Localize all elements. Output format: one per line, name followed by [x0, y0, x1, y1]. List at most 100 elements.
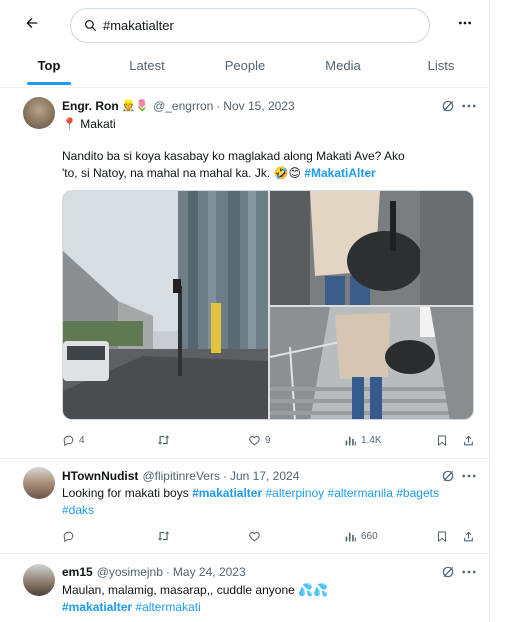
active-tab-indicator — [27, 82, 71, 85]
street-photo-image — [63, 191, 268, 419]
tweet-actions: 660 — [58, 527, 478, 545]
separator-dot: · — [165, 565, 170, 579]
views-button[interactable]: 660 — [344, 527, 378, 545]
hashtag-link[interactable]: #MakatiAlter — [304, 166, 375, 180]
hashtag-link[interactable]: #bagets — [396, 486, 439, 500]
repost-button[interactable] — [156, 431, 174, 449]
tab-latest[interactable]: Latest — [98, 48, 196, 87]
search-tabs: Top Latest People Media Lists — [0, 48, 490, 88]
tab-top[interactable]: Top — [0, 48, 98, 87]
bookmark-icon — [438, 531, 446, 542]
like-count: 9 — [265, 434, 271, 446]
hashtag-link[interactable]: #makatialter — [62, 600, 132, 614]
tweet-date[interactable]: May 24, 2023 — [173, 563, 246, 581]
tab-label: Top — [37, 58, 61, 73]
heart-icon — [249, 435, 260, 445]
avatar[interactable] — [23, 467, 55, 499]
search-header — [0, 0, 490, 48]
right-gutter — [490, 0, 512, 622]
tweet-header: em15 @yosimejnb · May 24, 2023 — [62, 563, 246, 581]
hashtag-link[interactable]: #makatialter — [192, 486, 262, 500]
views-button[interactable]: 1.4K — [344, 431, 382, 449]
user-handle[interactable]: @_engrron — [153, 97, 213, 115]
reply-icon — [63, 435, 74, 446]
stairs-photo-image — [270, 307, 473, 419]
hashtag-link[interactable]: #altermakati — [135, 600, 200, 614]
views-icon — [345, 532, 356, 541]
views-icon — [345, 436, 356, 445]
user-handle[interactable]: @yosimejnb — [97, 563, 163, 581]
tweet-text: Nandito ba si koya kasabay ko maglakad a… — [62, 148, 412, 181]
search-bar[interactable] — [70, 8, 430, 43]
repost-icon — [157, 531, 170, 541]
reply-count: 4 — [79, 434, 85, 446]
reply-icon — [63, 531, 74, 542]
hashtag-link[interactable]: #daks — [62, 503, 94, 517]
separator-dot: · — [216, 99, 221, 113]
bookmark-icon — [438, 435, 446, 446]
view-count: 1.4K — [361, 434, 382, 446]
grok-icon[interactable] — [440, 98, 456, 114]
tweet-header: HTownNudist @flipitinreVers · Jun 17, 20… — [62, 467, 299, 485]
tweet-text-content: Maulan, malamig, masarap,, cuddle anyone… — [62, 583, 329, 597]
bookmark-button[interactable] — [436, 527, 452, 545]
tweet[interactable]: HTownNudist @flipitinreVers · Jun 17, 20… — [0, 459, 490, 554]
tab-label: Latest — [129, 58, 165, 73]
more-horizontal-icon[interactable] — [460, 98, 478, 114]
grok-icon[interactable] — [440, 564, 456, 580]
tab-lists[interactable]: Lists — [392, 48, 490, 87]
tab-people[interactable]: People — [196, 48, 294, 87]
view-count: 660 — [361, 530, 378, 542]
reply-button[interactable]: 4 — [62, 431, 85, 449]
like-button[interactable] — [248, 527, 265, 545]
search-icon — [85, 20, 96, 31]
avatar[interactable] — [23, 97, 55, 129]
tweet-text-content: Looking for makati boys — [62, 486, 189, 500]
tweet[interactable]: em15 @yosimejnb · May 24, 2023 Maulan, m… — [0, 554, 490, 622]
bookmark-button[interactable] — [436, 431, 452, 449]
repost-button[interactable] — [156, 527, 174, 545]
display-name[interactable]: Engr. Ron — [62, 97, 119, 115]
user-handle[interactable]: @flipitinreVers — [142, 467, 220, 485]
display-name[interactable]: em15 — [62, 563, 93, 581]
bag-photo-image — [270, 191, 473, 305]
name-emoji: 👷🌷 — [121, 100, 150, 112]
tweet[interactable]: Engr. Ron 👷🌷 @_engrron · Nov 15, 2023 📍 … — [0, 89, 490, 459]
tab-label: People — [224, 58, 266, 73]
grok-icon[interactable] — [440, 468, 456, 484]
tweet-actions: 4 9 1.4K — [58, 431, 478, 449]
share-icon — [464, 435, 473, 445]
share-icon — [464, 531, 473, 541]
tweet-location: 📍 Makati — [62, 117, 116, 131]
tweet-date[interactable]: Jun 17, 2024 — [230, 467, 299, 485]
tweet-text: Looking for makati boys #makatialter #al… — [62, 485, 472, 518]
tab-media[interactable]: Media — [294, 48, 392, 87]
tweet-media-grid[interactable] — [62, 190, 474, 420]
more-horizontal-icon[interactable] — [460, 564, 478, 580]
like-button[interactable]: 9 — [248, 431, 271, 449]
back-button[interactable] — [17, 8, 47, 38]
tab-label: Media — [325, 58, 361, 73]
media-photo-stairs[interactable] — [270, 307, 473, 419]
hashtag-link[interactable]: #altermanila — [328, 486, 393, 500]
tweet-date[interactable]: Nov 15, 2023 — [223, 97, 294, 115]
timeline-column: Top Latest People Media Lists Engr. Ron … — [0, 0, 490, 622]
repost-icon — [157, 435, 170, 445]
search-input[interactable] — [103, 18, 403, 33]
back-arrow-icon — [26, 17, 38, 29]
media-photo-street[interactable] — [63, 191, 268, 419]
more-options-button[interactable] — [450, 8, 480, 38]
tab-label: Lists — [427, 58, 455, 73]
tweet-header: Engr. Ron 👷🌷 @_engrron · Nov 15, 2023 — [62, 97, 295, 115]
more-horizontal-icon — [459, 21, 471, 25]
more-horizontal-icon[interactable] — [460, 468, 478, 484]
reply-button[interactable] — [62, 527, 79, 545]
display-name[interactable]: HTownNudist — [62, 467, 138, 485]
hashtag-link[interactable]: #alterpinoy — [265, 486, 324, 500]
share-button[interactable] — [462, 431, 479, 449]
media-photo-bag[interactable] — [270, 191, 473, 305]
avatar[interactable] — [23, 564, 55, 596]
tweet-text: Maulan, malamig, masarap,, cuddle anyone… — [62, 582, 472, 615]
share-button[interactable] — [462, 527, 479, 545]
separator-dot: · — [222, 469, 227, 483]
